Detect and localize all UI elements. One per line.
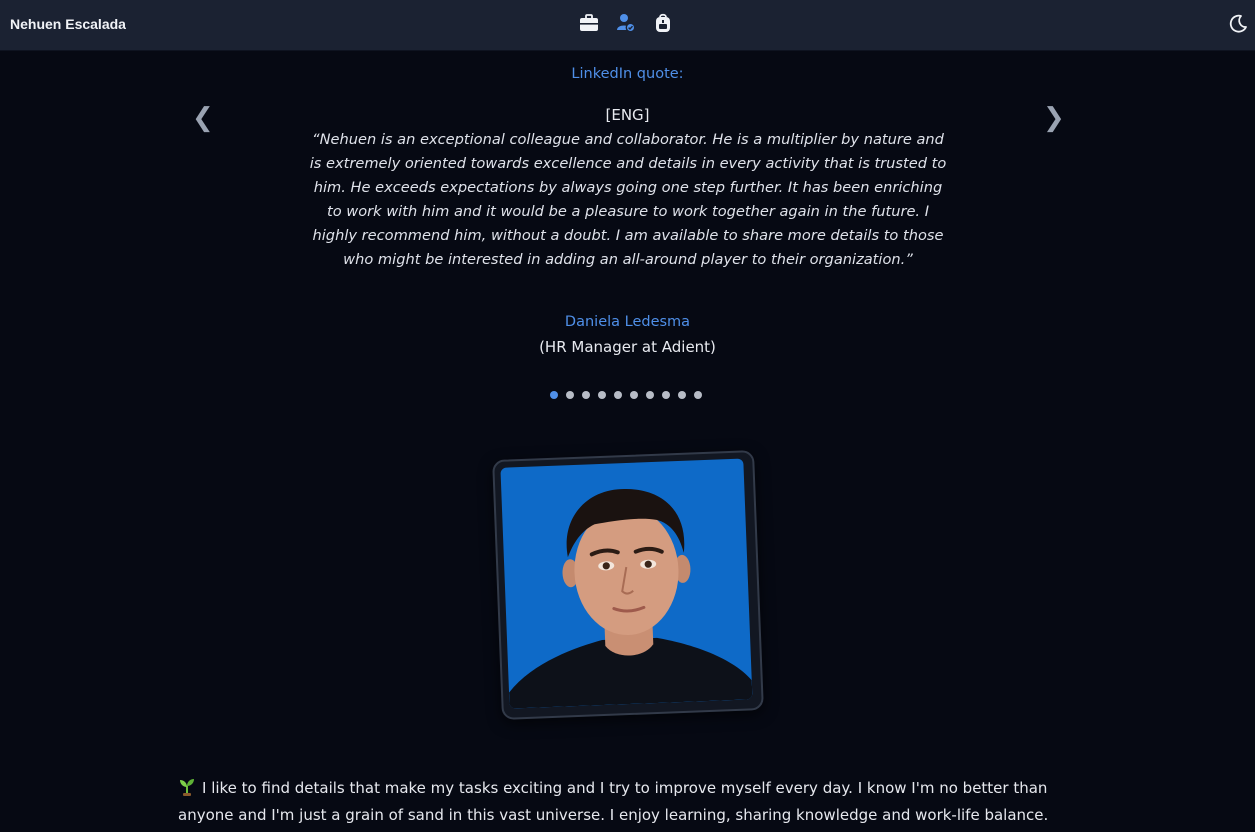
carousel-dot[interactable]	[614, 391, 622, 399]
carousel-dot[interactable]	[630, 391, 638, 399]
user-check-icon[interactable]	[616, 13, 636, 33]
carousel-dot[interactable]	[550, 391, 558, 399]
top-navbar: Nehuen Escalada	[0, 0, 1255, 51]
language-tag: [ENG]	[605, 106, 650, 124]
carousel-dot[interactable]	[678, 391, 686, 399]
carousel-dot[interactable]	[694, 391, 702, 399]
testimonial-author-role: (HR Manager at Adient)	[539, 338, 716, 356]
backpack-icon[interactable]	[653, 13, 673, 33]
carousel-dot[interactable]	[646, 391, 654, 399]
briefcase-icon[interactable]	[579, 13, 599, 33]
testimonial-heading: LinkedIn quote:	[571, 66, 684, 82]
profile-photo	[500, 458, 753, 709]
testimonial-author[interactable]: Daniela Ledesma	[0, 314, 1255, 330]
testimonial-carousel: LinkedIn quote: ❮ ❯ [ENG] “Nehuen is an …	[0, 50, 1255, 420]
carousel-pagination	[550, 391, 702, 399]
sprout-icon	[178, 778, 196, 803]
carousel-dot[interactable]	[566, 391, 574, 399]
bio-text: I like to find details that make my task…	[178, 779, 1049, 824]
bio-paragraph: I like to find details that make my task…	[178, 776, 1078, 827]
nav-icons	[579, 13, 673, 33]
brand-name[interactable]: Nehuen Escalada	[10, 16, 126, 32]
carousel-dot[interactable]	[582, 391, 590, 399]
carousel-dot[interactable]	[662, 391, 670, 399]
profile-photo-frame	[492, 450, 764, 720]
carousel-dot[interactable]	[598, 391, 606, 399]
testimonial-quote: “Nehuen is an exceptional colleague and …	[309, 131, 947, 268]
moon-icon[interactable]	[1228, 14, 1248, 34]
